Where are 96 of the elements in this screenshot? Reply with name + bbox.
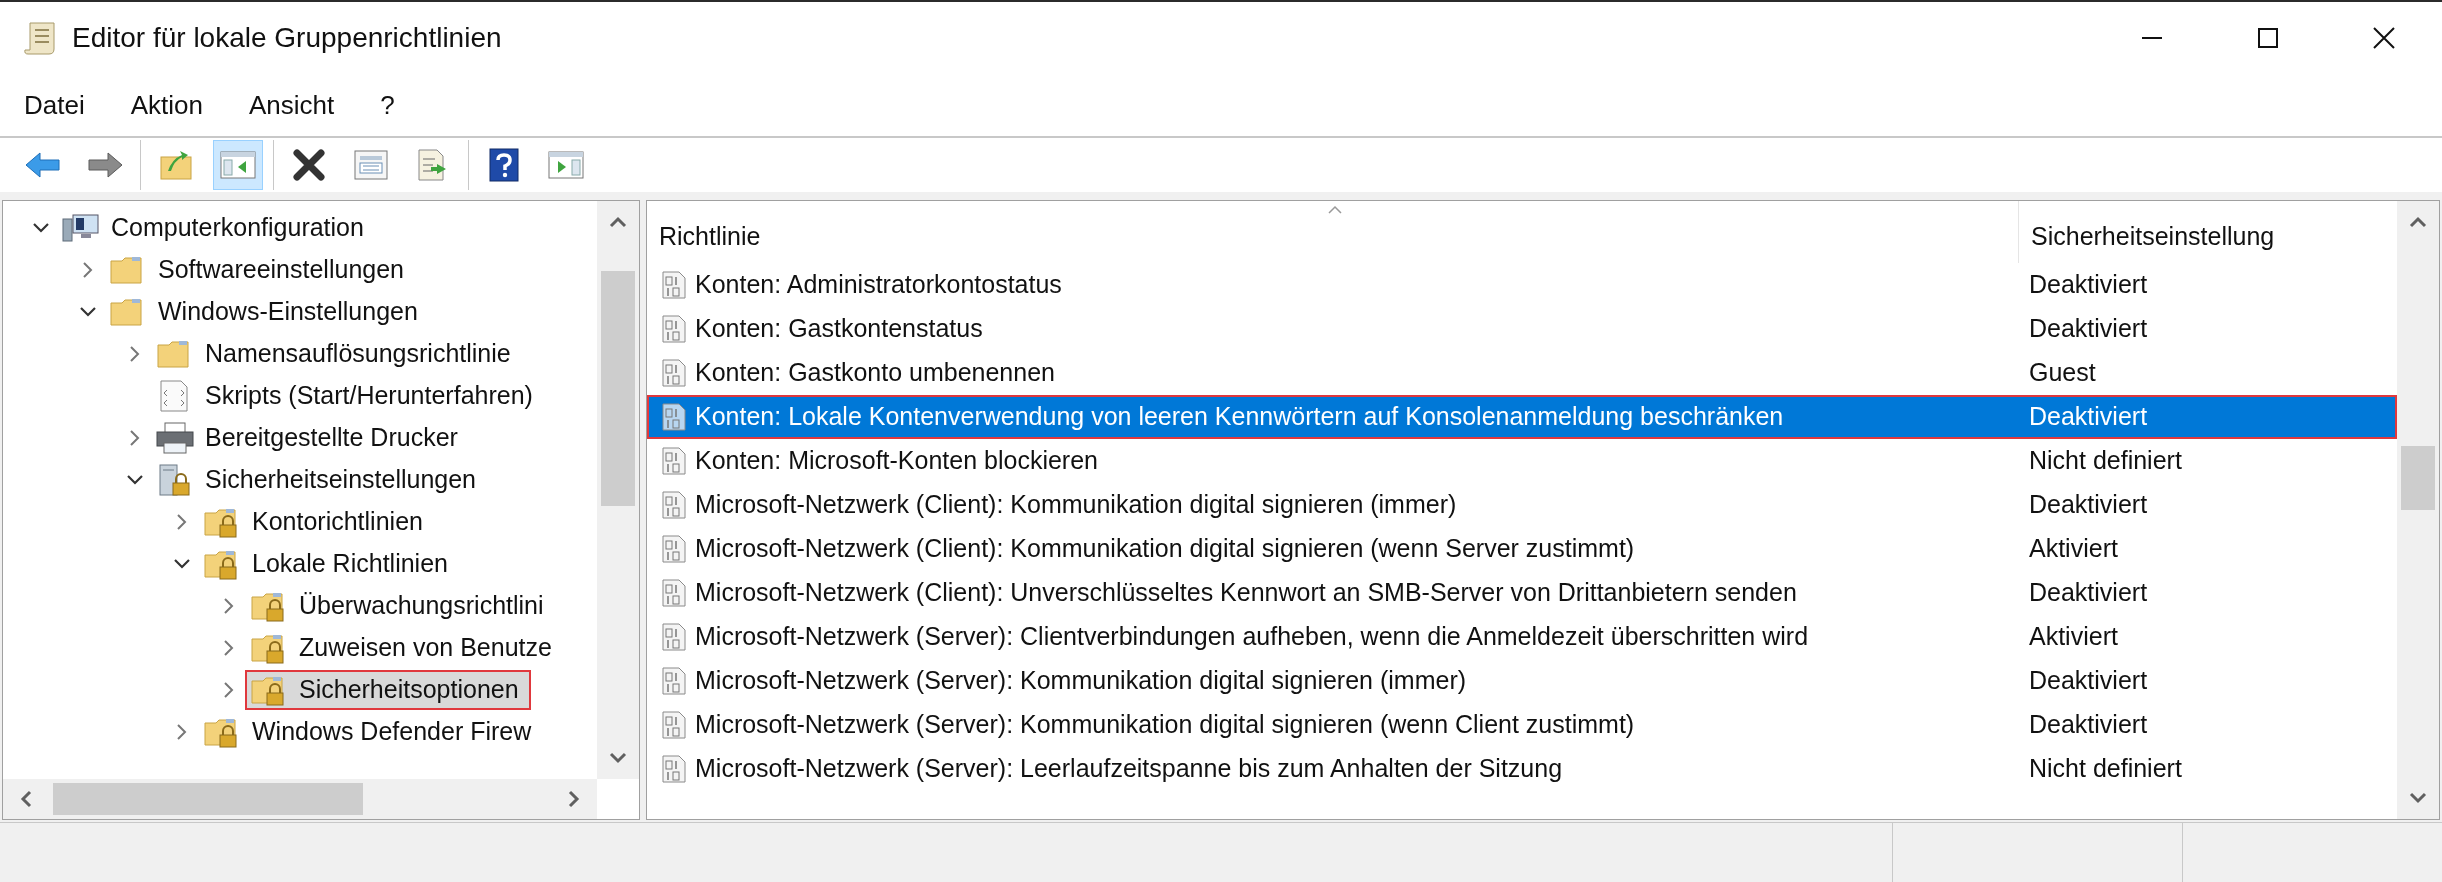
table-row[interactable]: Konten: Gastkontenstatus Deaktiviert: [647, 307, 2397, 351]
chevron-right-icon[interactable]: [128, 344, 142, 364]
table-row[interactable]: Konten: Lokale Kontenverwendung von leeren Kennwörtern auf Konsolenanmeldung beschränken Deaktiviert: [647, 395, 2397, 439]
scroll-up-icon[interactable]: [608, 215, 628, 229]
table-row[interactable]: Microsoft-Netzwerk (Client): Unverschlüsseltes Kennwort an SMB-Server von Drittanbietern senden Deaktiviert: [647, 571, 2397, 615]
policy-icon: [659, 490, 689, 520]
tree-item[interactable]: Sicherheitseinstellungen: [151, 460, 488, 500]
column-header[interactable]: Sicherheitseinstellung: [2019, 201, 2397, 263]
table-row[interactable]: Microsoft-Netzwerk (Server): Clientverbindungen aufheben, wenn die Anmeldezeit überschritten wird Aktiviert: [647, 615, 2397, 659]
table-cell-text: Konten: Administratorkontostatus: [694, 269, 1063, 301]
tree-item[interactable]: Bereitgestellte Drucker: [151, 418, 470, 458]
chevron-right-icon[interactable]: [81, 260, 95, 280]
policy-icon: [659, 314, 689, 344]
tree-item[interactable]: Softwareeinstellungen: [104, 250, 416, 290]
policy-icon: [659, 446, 689, 476]
tree-item[interactable]: Sicherheitsoptionen: [245, 670, 531, 710]
chevron-right-icon[interactable]: [175, 512, 189, 532]
table-row[interactable]: Microsoft-Netzwerk (Client): Kommunikation digital signieren (wenn Server zustimmt) Aktiviert: [647, 527, 2397, 571]
tree-item[interactable]: Kontorichtlinien: [198, 502, 435, 542]
menu-item[interactable]: Aktion: [118, 85, 215, 125]
table-cell-text: Konten: Microsoft-Konten blockieren: [694, 445, 1099, 477]
tree-item[interactable]: Namensauflösungsrichtlinie: [151, 334, 523, 374]
table-row[interactable]: Konten: Gastkonto umbenennen Guest: [647, 351, 2397, 395]
menu-item[interactable]: ?: [368, 85, 407, 125]
table-cell-text: Deaktiviert: [2028, 313, 2148, 345]
properties-icon: [351, 147, 391, 183]
scroll-down-icon[interactable]: [2408, 791, 2428, 805]
window-title: Editor für lokale Gruppenrichtlinien: [72, 21, 502, 55]
menu-item[interactable]: Datei: [12, 85, 97, 125]
policy-icon: [659, 666, 689, 696]
chevron-right-icon[interactable]: [222, 638, 236, 658]
table-cell-text: Microsoft-Netzwerk (Client): Unverschlüsseltes Kennwort an SMB-Server von Drittanbietern senden: [694, 577, 1798, 609]
policy-icon: [659, 270, 689, 300]
scroll-right-icon[interactable]: [567, 789, 581, 809]
minimize-icon: [2140, 36, 2164, 40]
chevron-down-icon[interactable]: [78, 305, 98, 319]
table-cell-text: Microsoft-Netzwerk (Server): Kommunikation digital signieren (wenn Client zustimmt): [694, 709, 1636, 741]
scrollbar-thumb[interactable]: [601, 271, 635, 506]
scrollbar-thumb[interactable]: [53, 783, 363, 815]
table-cell-text: Microsoft-Netzwerk (Client): Kommunikation digital signieren (immer): [694, 489, 1458, 521]
scroll-left-icon[interactable]: [19, 789, 33, 809]
column-header[interactable]: Richtlinie: [647, 201, 2019, 263]
table-cell-text: Nicht definiert: [2028, 753, 2182, 785]
table-cell-text: Aktiviert: [2028, 533, 2118, 565]
scroll-down-icon[interactable]: [608, 751, 628, 765]
table-cell-text: Microsoft-Netzwerk (Client): Kommunikation digital signieren (wenn Server zustimmt): [694, 533, 1636, 565]
tree-item[interactable]: Überwachungsrichtlini: [245, 586, 556, 626]
table-cell-text: Microsoft-Netzwerk (Server): Clientverbindungen aufheben, wenn die Anmeldezeit überschritten wird: [694, 621, 1810, 653]
chevron-down-icon[interactable]: [125, 473, 145, 487]
table-cell-text: Deaktiviert: [2028, 269, 2148, 301]
table-row[interactable]: Microsoft-Netzwerk (Server): Kommunikation digital signieren (immer) Deaktiviert: [647, 659, 2397, 703]
policy-icon: [659, 402, 689, 432]
table-cell-text: Konten: Gastkontenstatus: [694, 313, 984, 345]
tree-item[interactable]: Windows-Einstellungen: [104, 292, 430, 332]
chevron-right-icon[interactable]: [222, 680, 236, 700]
table-cell-text: Konten: Gastkonto umbenennen: [694, 357, 1056, 389]
table-cell-text: Guest: [2028, 357, 2096, 389]
table-cell-text: Deaktiviert: [2028, 665, 2148, 697]
policy-icon: [659, 534, 689, 564]
policy-icon: [659, 578, 689, 608]
policy-icon: [659, 710, 689, 740]
table-cell-text: Deaktiviert: [2028, 489, 2148, 521]
scroll-up-icon[interactable]: [2408, 215, 2428, 229]
tree-item[interactable]: Computerkonfiguration: [57, 208, 376, 248]
maximize-icon: [2257, 27, 2279, 49]
policy-icon: [659, 754, 689, 784]
table-row[interactable]: Microsoft-Netzwerk (Client): Kommunikation digital signieren (immer) Deaktiviert: [647, 483, 2397, 527]
chevron-right-icon[interactable]: [128, 428, 142, 448]
table-cell-text: Microsoft-Netzwerk (Server): Kommunikation digital signieren (immer): [694, 665, 1468, 697]
tree-item[interactable]: Windows Defender Firew: [198, 712, 544, 752]
computer-icon: [61, 211, 101, 245]
table-cell-text: Deaktiviert: [2028, 709, 2148, 741]
table-row[interactable]: Microsoft-Netzwerk (Server): Kommunikation digital signieren (wenn Client zustimmt) Deaktiviert: [647, 703, 2397, 747]
chevron-right-icon[interactable]: [175, 722, 189, 742]
table-row[interactable]: Microsoft-Netzwerk (Server): Leerlaufzeitspanne bis zum Anhalten der Sitzung Nicht definiert: [647, 747, 2397, 791]
close-icon: [2372, 26, 2396, 50]
scrollbar-thumb[interactable]: [2401, 446, 2435, 510]
table-cell-text: Deaktiviert: [2028, 401, 2148, 433]
tree-item[interactable]: Skripts (Start/Herunterfahren): [151, 376, 545, 416]
chevron-down-icon[interactable]: [31, 221, 51, 235]
table-cell-text: Microsoft-Netzwerk (Server): Leerlaufzeitspanne bis zum Anhalten der Sitzung: [694, 753, 1564, 785]
menu-item[interactable]: Ansicht: [236, 85, 347, 125]
table-cell-text: Nicht definiert: [2028, 445, 2182, 477]
tree-item[interactable]: Zuweisen von Benutze: [245, 628, 564, 668]
table-cell-text: Aktiviert: [2028, 621, 2118, 653]
chevron-right-icon[interactable]: [222, 596, 236, 616]
chevron-down-icon[interactable]: [172, 557, 192, 571]
table-row[interactable]: Konten: Microsoft-Konten blockieren Nicht definiert: [647, 439, 2397, 483]
tree-item[interactable]: Lokale Richtlinien: [198, 544, 460, 584]
sort-caret-icon: [1327, 205, 1343, 215]
policy-icon: [659, 622, 689, 652]
policy-icon: [659, 358, 689, 388]
table-cell-text: Konten: Lokale Kontenverwendung von leeren Kennwörtern auf Konsolenanmeldung beschränken: [694, 401, 1785, 433]
table-cell-text: Deaktiviert: [2028, 577, 2148, 609]
table-row[interactable]: Konten: Administratorkontostatus Deaktiviert: [647, 263, 2397, 307]
printer-icon: [155, 421, 195, 455]
